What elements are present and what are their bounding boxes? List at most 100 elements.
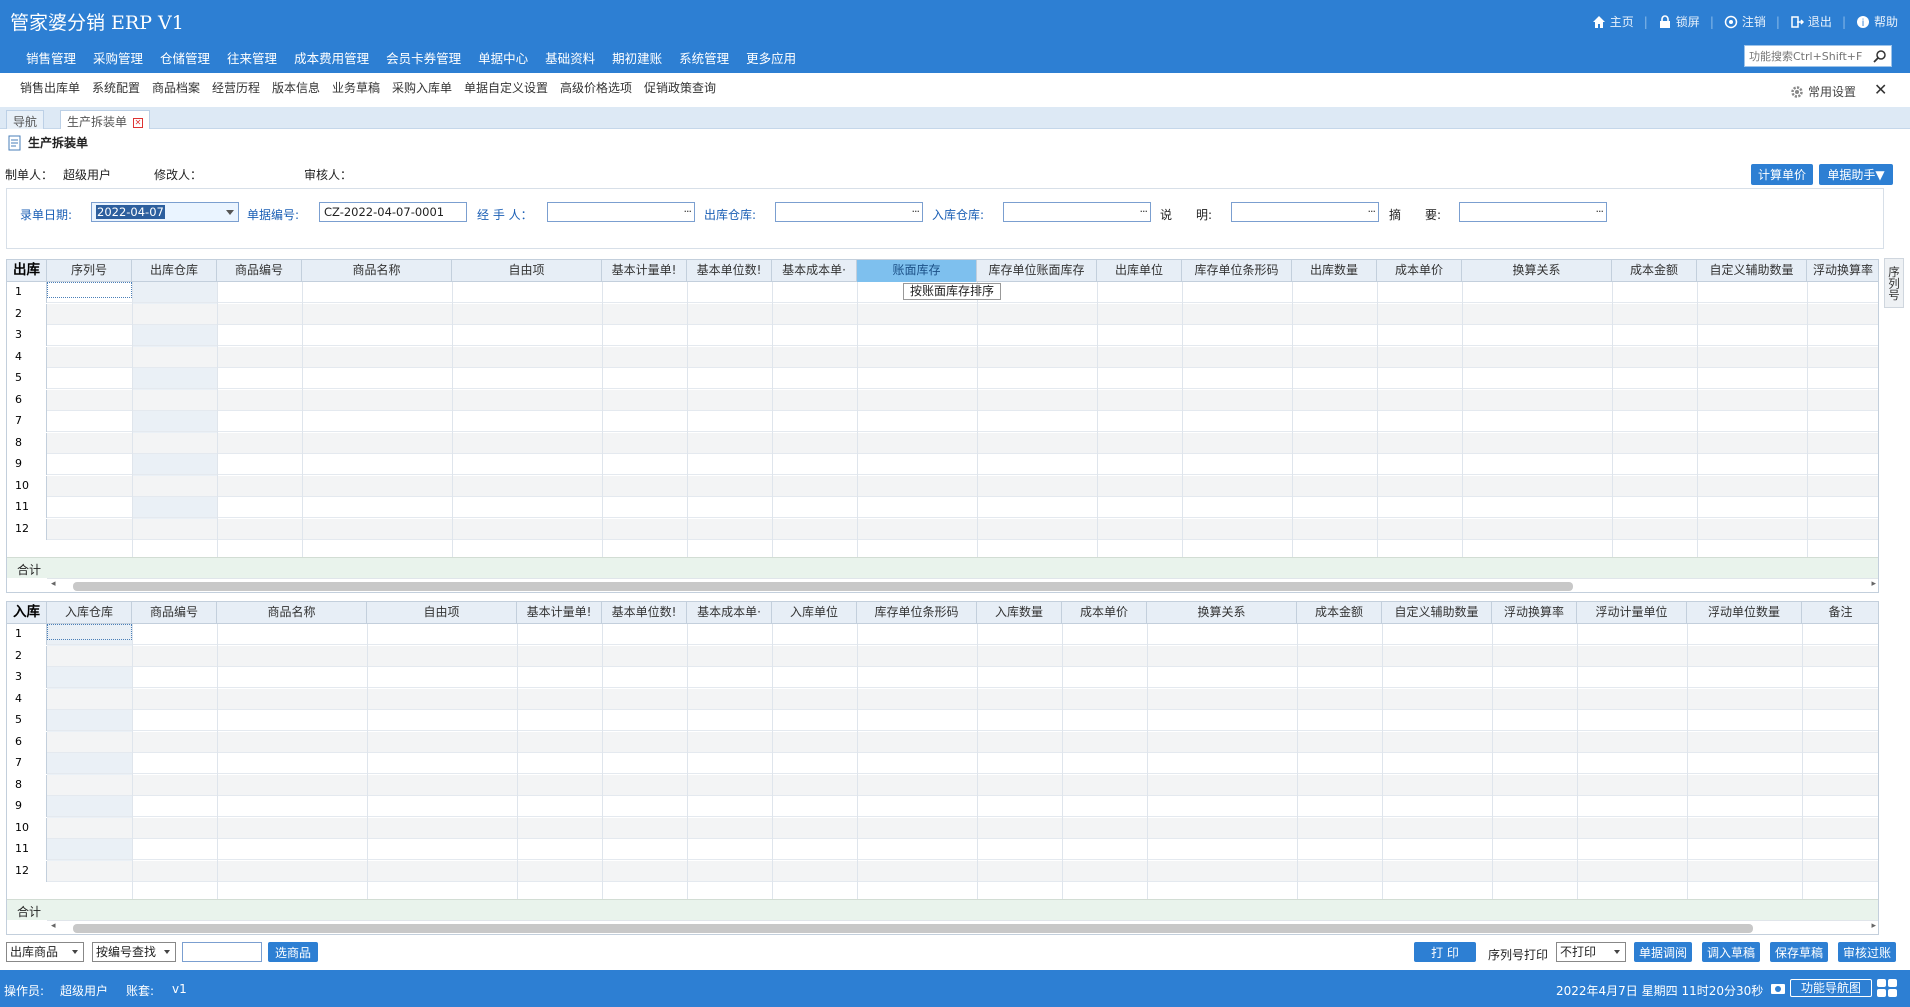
table-row[interactable]: 10: [7, 475, 1878, 497]
outbound-hscroll[interactable]: ◂ ▸: [47, 578, 1878, 592]
scroll-right-icon[interactable]: ▸: [1871, 921, 1876, 931]
quick-sales-outbound[interactable]: 销售出库单: [20, 79, 80, 96]
sort-by-book-stock-button[interactable]: 按账面库存排序: [903, 283, 1002, 300]
col-conversion[interactable]: 换算关系: [1462, 260, 1612, 282]
common-settings[interactable]: 常用设置: [1790, 83, 1856, 100]
col-serial[interactable]: 序列号: [47, 260, 132, 282]
handler-field[interactable]: ···: [547, 202, 695, 222]
col-out-qty[interactable]: 出库数量: [1292, 260, 1377, 282]
col-cost-price[interactable]: 成本单价: [1377, 260, 1462, 282]
col-barcode[interactable]: 库存单位条形码: [1182, 260, 1292, 282]
summary-field[interactable]: ···: [1459, 202, 1607, 222]
logout-link[interactable]: 注销: [1724, 13, 1766, 30]
table-row[interactable]: 9: [7, 454, 1878, 475]
col-base-unit[interactable]: 基本计量单!: [602, 260, 687, 282]
table-row[interactable]: 6: [7, 389, 1878, 411]
out-warehouse-field[interactable]: ···: [775, 202, 923, 222]
col-float-rate[interactable]: 浮动换算率: [1492, 602, 1577, 624]
menu-system[interactable]: 系统管理: [679, 48, 738, 67]
goods-search-input[interactable]: [182, 942, 262, 962]
col-base-qty[interactable]: 基本单位数!: [687, 260, 772, 282]
select-goods-button[interactable]: 选商品: [268, 942, 318, 962]
menu-member[interactable]: 会员卡券管理: [386, 48, 470, 67]
table-row[interactable]: 4: [7, 688, 1878, 710]
table-row[interactable]: 12: [7, 518, 1878, 540]
quick-system-config[interactable]: 系统配置: [92, 79, 140, 96]
col-float-unit[interactable]: 浮动计量单位: [1577, 602, 1687, 624]
col-out-warehouse[interactable]: 出库仓库: [132, 260, 217, 282]
scroll-right-icon[interactable]: ▸: [1871, 579, 1876, 589]
col-out-unit[interactable]: 出库单位: [1097, 260, 1182, 282]
search-mode-select[interactable]: 按编号查找: [92, 942, 176, 962]
inbound-hscroll[interactable]: ◂ ▸: [47, 920, 1878, 934]
goods-type-select[interactable]: 出库商品: [6, 942, 84, 962]
camera-icon[interactable]: [1770, 981, 1786, 995]
col-cost-amount[interactable]: 成本金额: [1612, 260, 1697, 282]
table-row[interactable]: 6: [7, 731, 1878, 753]
in-warehouse-field[interactable]: ···: [1003, 202, 1151, 222]
col-goods-code[interactable]: 商品编号: [217, 260, 302, 282]
table-row[interactable]: 2: [7, 303, 1878, 325]
document-lookup-button[interactable]: 单据调阅: [1634, 942, 1692, 962]
close-tab-icon[interactable]: ✕: [133, 117, 144, 128]
chevron-down-icon[interactable]: [226, 210, 234, 215]
col-goods-code[interactable]: 商品编号: [132, 602, 217, 624]
menu-basic-data[interactable]: 基础资料: [545, 48, 604, 67]
help-link[interactable]: i 帮助: [1856, 13, 1898, 30]
col-cost-price[interactable]: 成本单价: [1062, 602, 1147, 624]
quick-business-history[interactable]: 经营历程: [212, 79, 260, 96]
col-in-unit[interactable]: 入库单位: [772, 602, 857, 624]
ellipsis-icon[interactable]: ···: [684, 203, 692, 221]
active-cell[interactable]: [47, 282, 132, 298]
serial-print-select[interactable]: 不打印: [1556, 942, 1626, 962]
save-draft-button[interactable]: 保存草稿: [1770, 942, 1828, 962]
table-row[interactable]: 9: [7, 796, 1878, 817]
table-row[interactable]: 5: [7, 710, 1878, 731]
audit-post-button[interactable]: 审核过账: [1838, 942, 1896, 962]
inbound-scroll-thumb[interactable]: [73, 924, 1753, 933]
home-link[interactable]: 主页: [1592, 13, 1634, 30]
col-free-item[interactable]: 自由项: [367, 602, 517, 624]
col-barcode[interactable]: 库存单位条形码: [857, 602, 977, 624]
table-row[interactable]: 3: [7, 325, 1878, 346]
scroll-left-icon[interactable]: ◂: [51, 921, 56, 931]
table-row[interactable]: 3: [7, 667, 1878, 688]
table-row[interactable]: 10: [7, 817, 1878, 839]
quick-business-draft[interactable]: 业务草稿: [332, 79, 380, 96]
table-row[interactable]: 11: [7, 839, 1878, 860]
col-custom-qty[interactable]: 自定义辅助数量: [1382, 602, 1492, 624]
col-float-qty[interactable]: 浮动单位数量: [1687, 602, 1802, 624]
close-icon[interactable]: ✕: [1874, 80, 1887, 99]
col-in-qty[interactable]: 入库数量: [977, 602, 1062, 624]
col-cost-amount[interactable]: 成本金额: [1297, 602, 1382, 624]
table-row[interactable]: 8: [7, 432, 1878, 454]
print-button[interactable]: 打 印: [1414, 942, 1476, 962]
outbound-scroll-thumb[interactable]: [73, 582, 1573, 591]
grid-apps-icon[interactable]: [1876, 978, 1898, 998]
col-free-item[interactable]: 自由项: [452, 260, 602, 282]
tab-production-split[interactable]: 生产拆装单 ✕: [60, 110, 151, 129]
search-icon[interactable]: [1873, 49, 1887, 63]
menu-documents[interactable]: 单据中心: [478, 48, 537, 67]
ellipsis-icon[interactable]: ···: [912, 203, 920, 221]
ellipsis-icon[interactable]: ···: [1368, 203, 1376, 221]
col-in-warehouse[interactable]: 入库仓库: [47, 602, 132, 624]
col-custom-qty[interactable]: 自定义辅助数量: [1697, 260, 1807, 282]
menu-accounts[interactable]: 往来管理: [227, 48, 286, 67]
table-row[interactable]: 12: [7, 860, 1878, 882]
calc-price-button[interactable]: 计算单价: [1751, 164, 1813, 185]
ellipsis-icon[interactable]: ···: [1140, 203, 1148, 221]
table-row[interactable]: 4: [7, 346, 1878, 368]
active-cell[interactable]: [47, 624, 132, 640]
menu-more-apps[interactable]: 更多应用: [746, 48, 805, 67]
quick-doc-custom[interactable]: 单据自定义设置: [464, 79, 548, 96]
col-conversion[interactable]: 换算关系: [1147, 602, 1297, 624]
table-row[interactable]: 7: [7, 753, 1878, 774]
menu-cost[interactable]: 成本费用管理: [294, 48, 378, 67]
table-row[interactable]: 1: [7, 624, 1878, 645]
serial-side-tab[interactable]: 序列号: [1884, 258, 1904, 308]
table-row[interactable]: 11: [7, 497, 1878, 518]
load-draft-button[interactable]: 调入草稿: [1702, 942, 1760, 962]
menu-opening[interactable]: 期初建账: [612, 48, 671, 67]
col-base-cost[interactable]: 基本成本单·: [772, 260, 857, 282]
